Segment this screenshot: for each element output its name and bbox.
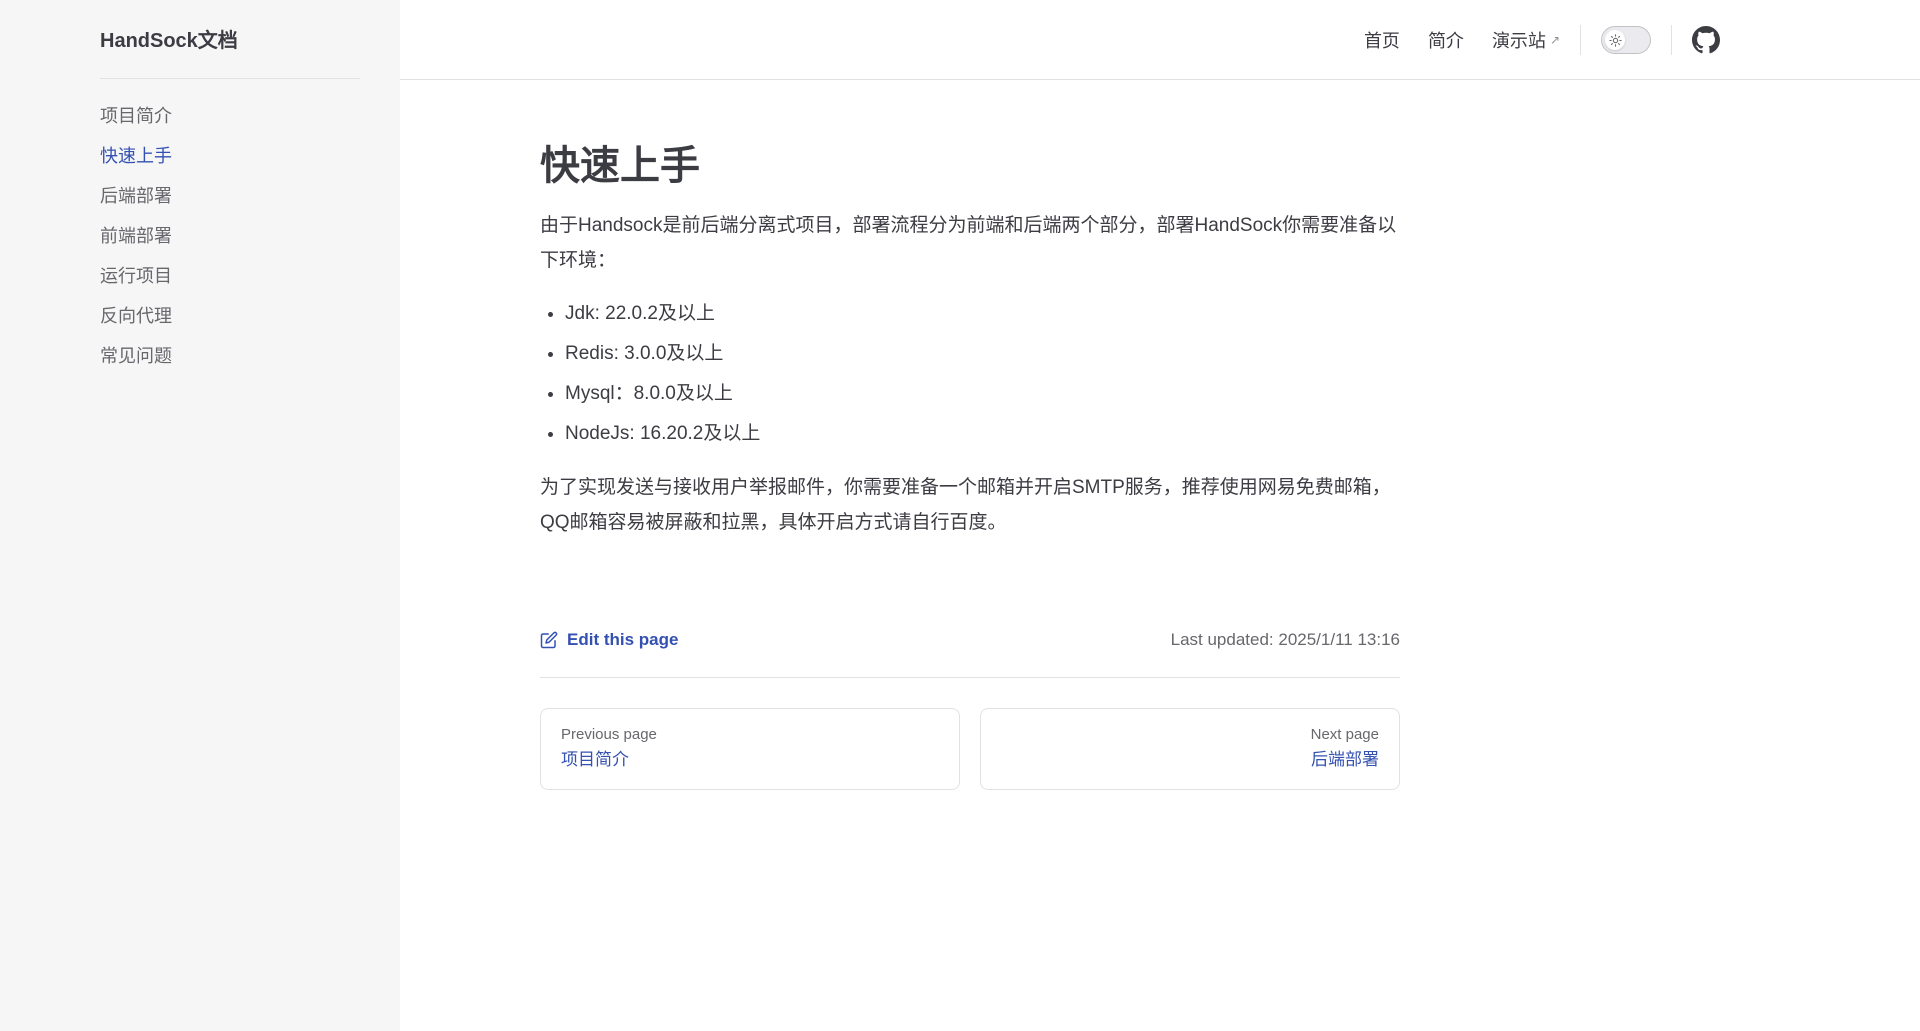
prev-page-title: 项目简介	[561, 750, 629, 769]
last-updated: Last updated: 2025/1/11 13:16	[1170, 630, 1400, 649]
list-item: Jdk: 22.0.2及以上	[565, 294, 1400, 334]
sidebar-item-reverse-proxy[interactable]: 反向代理	[100, 296, 172, 336]
nav-link-demo-label: 演示站	[1491, 31, 1546, 51]
nav-links: 首页 简介 演示站 ↗	[1336, 0, 1720, 80]
sidebar-item-run-project[interactable]: 运行项目	[100, 256, 172, 296]
edit-icon	[540, 631, 558, 649]
sidebar-item-backend-deploy[interactable]: 后端部署	[100, 176, 172, 216]
nav-link-home[interactable]: 首页	[1364, 27, 1400, 53]
toggle-knob	[1605, 30, 1625, 50]
theme-toggle[interactable]	[1601, 26, 1651, 54]
sidebar-item-project-intro[interactable]: 项目简介	[100, 96, 172, 136]
smtp-note-paragraph: 为了实现发送与接收用户举报邮件，你需要准备一个邮箱并开启SMTP服务，推荐使用网…	[540, 477, 1391, 533]
edit-page-label: Edit this page	[567, 630, 679, 649]
prev-page-link[interactable]: Previous page 项目简介	[540, 708, 960, 790]
footer-divider	[540, 677, 1400, 678]
list-item: Mysql：8.0.0及以上	[565, 374, 1400, 414]
page-title: 快速上手	[540, 144, 700, 188]
top-nav-bar: 首页 简介 演示站 ↗	[400, 0, 1920, 80]
github-icon[interactable]	[1692, 26, 1720, 54]
next-page-link[interactable]: Next page 后端部署	[980, 708, 1400, 790]
site-title[interactable]: HandSock文档	[100, 24, 238, 53]
edit-page-link[interactable]: Edit this page	[540, 630, 678, 650]
prev-page-desc: Previous page	[561, 726, 657, 743]
sidebar-item-quick-start[interactable]: 快速上手	[100, 136, 172, 176]
main-content: 快速上手 由于Handsock是前后端分离式项目，部署流程分为前端和后端两个部分…	[540, 140, 1400, 540]
list-item: Redis: 3.0.0及以上	[565, 334, 1400, 374]
doc-footer: Edit this page Last updated: 2025/1/11 1…	[540, 626, 1400, 654]
sun-icon	[1608, 33, 1622, 47]
nav-divider	[1580, 25, 1581, 55]
sidebar-item-frontend-deploy[interactable]: 前端部署	[100, 216, 172, 256]
intro-paragraph: 由于Handsock是前后端分离式项目，部署流程分为前端和后端两个部分，部署Ha…	[540, 215, 1397, 271]
nav-link-demo[interactable]: 演示站 ↗	[1492, 27, 1560, 53]
nav-link-intro[interactable]: 简介	[1428, 27, 1464, 53]
sidebar: HandSock文档 项目简介 快速上手 后端部署 前端部署 运行项目 反向代理…	[0, 0, 400, 1031]
list-item: NodeJs: 16.20.2及以上	[565, 414, 1400, 454]
sidebar-nav: 项目简介 快速上手 后端部署 前端部署 运行项目 反向代理 常见问题	[100, 96, 172, 376]
sidebar-divider	[100, 78, 360, 79]
requirements-list: Jdk: 22.0.2及以上 Redis: 3.0.0及以上 Mysql：8.0…	[540, 294, 1400, 454]
nav-divider	[1671, 25, 1672, 55]
sidebar-item-faq[interactable]: 常见问题	[100, 336, 172, 376]
next-page-desc: Next page	[1310, 726, 1379, 743]
external-link-icon: ↗	[1549, 33, 1560, 47]
next-page-title: 后端部署	[1311, 750, 1379, 769]
